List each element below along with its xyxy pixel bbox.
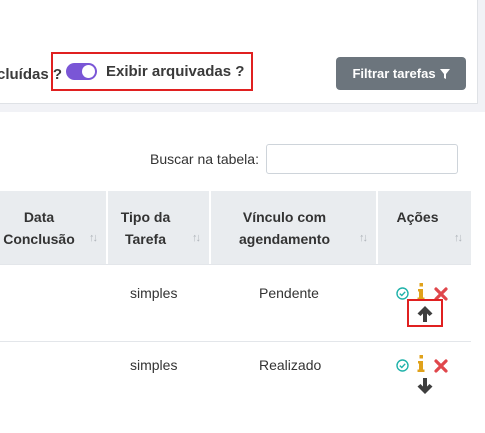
info-icon[interactable] <box>417 283 425 300</box>
row-divider <box>0 264 471 265</box>
cell-vinculo: Realizado <box>259 357 322 373</box>
row-divider <box>0 341 471 342</box>
delete-x-icon[interactable] <box>434 359 448 373</box>
funnel-icon <box>439 68 450 79</box>
col-header-line: Ações <box>396 208 439 225</box>
col-header-line: Vínculo com <box>242 208 327 225</box>
arrow-up-icon[interactable] <box>416 305 434 323</box>
col-header-data-conclusao[interactable]: Data Conclusão ↑↓ <box>0 191 108 264</box>
check-circle-icon[interactable] <box>396 359 409 372</box>
col-header-line: Conclusão <box>3 230 75 247</box>
cell-tipo: simples <box>130 285 178 301</box>
col-header-vinculo[interactable]: Vínculo com agendamento ↑↓ <box>211 191 378 264</box>
sort-icon: ↑↓ <box>89 232 98 244</box>
tasks-page: cluídas ? Exibir arquivadas ? Filtrar ta… <box>0 0 485 433</box>
sort-icon: ↑↓ <box>359 232 368 244</box>
arrow-down-icon[interactable] <box>416 377 434 395</box>
show-archived-label: Exibir arquivadas ? <box>106 63 245 80</box>
show-archived-toggle[interactable] <box>66 63 97 80</box>
cell-vinculo: Pendente <box>259 285 319 301</box>
filter-tasks-button[interactable]: Filtrar tarefas <box>336 57 466 90</box>
search-label: Buscar na tabela: <box>150 151 259 167</box>
sort-icon: ↑↓ <box>192 232 201 244</box>
col-header-line: Tipo da <box>120 208 171 225</box>
show-archived-highlight: Exibir arquivadas ? <box>51 52 253 91</box>
col-header-line: Data <box>23 208 55 225</box>
search-input[interactable] <box>265 144 458 174</box>
col-header-line: agendamento <box>238 230 330 247</box>
info-icon[interactable] <box>417 355 425 372</box>
filter-tasks-label: Filtrar tarefas <box>352 66 436 81</box>
col-header-tipo-tarefa[interactable]: Tipo da Tarefa ↑↓ <box>108 191 211 264</box>
table-header: Data Conclusão ↑↓ Tipo da Tarefa ↑↓ Vínc… <box>0 191 471 264</box>
col-header-acoes[interactable]: Ações ↑↓ <box>378 191 471 264</box>
sort-icon: ↑↓ <box>454 232 463 244</box>
cell-tipo: simples <box>130 357 178 373</box>
table-search: Buscar na tabela: <box>150 144 458 174</box>
col-header-line: Tarefa <box>125 230 166 247</box>
